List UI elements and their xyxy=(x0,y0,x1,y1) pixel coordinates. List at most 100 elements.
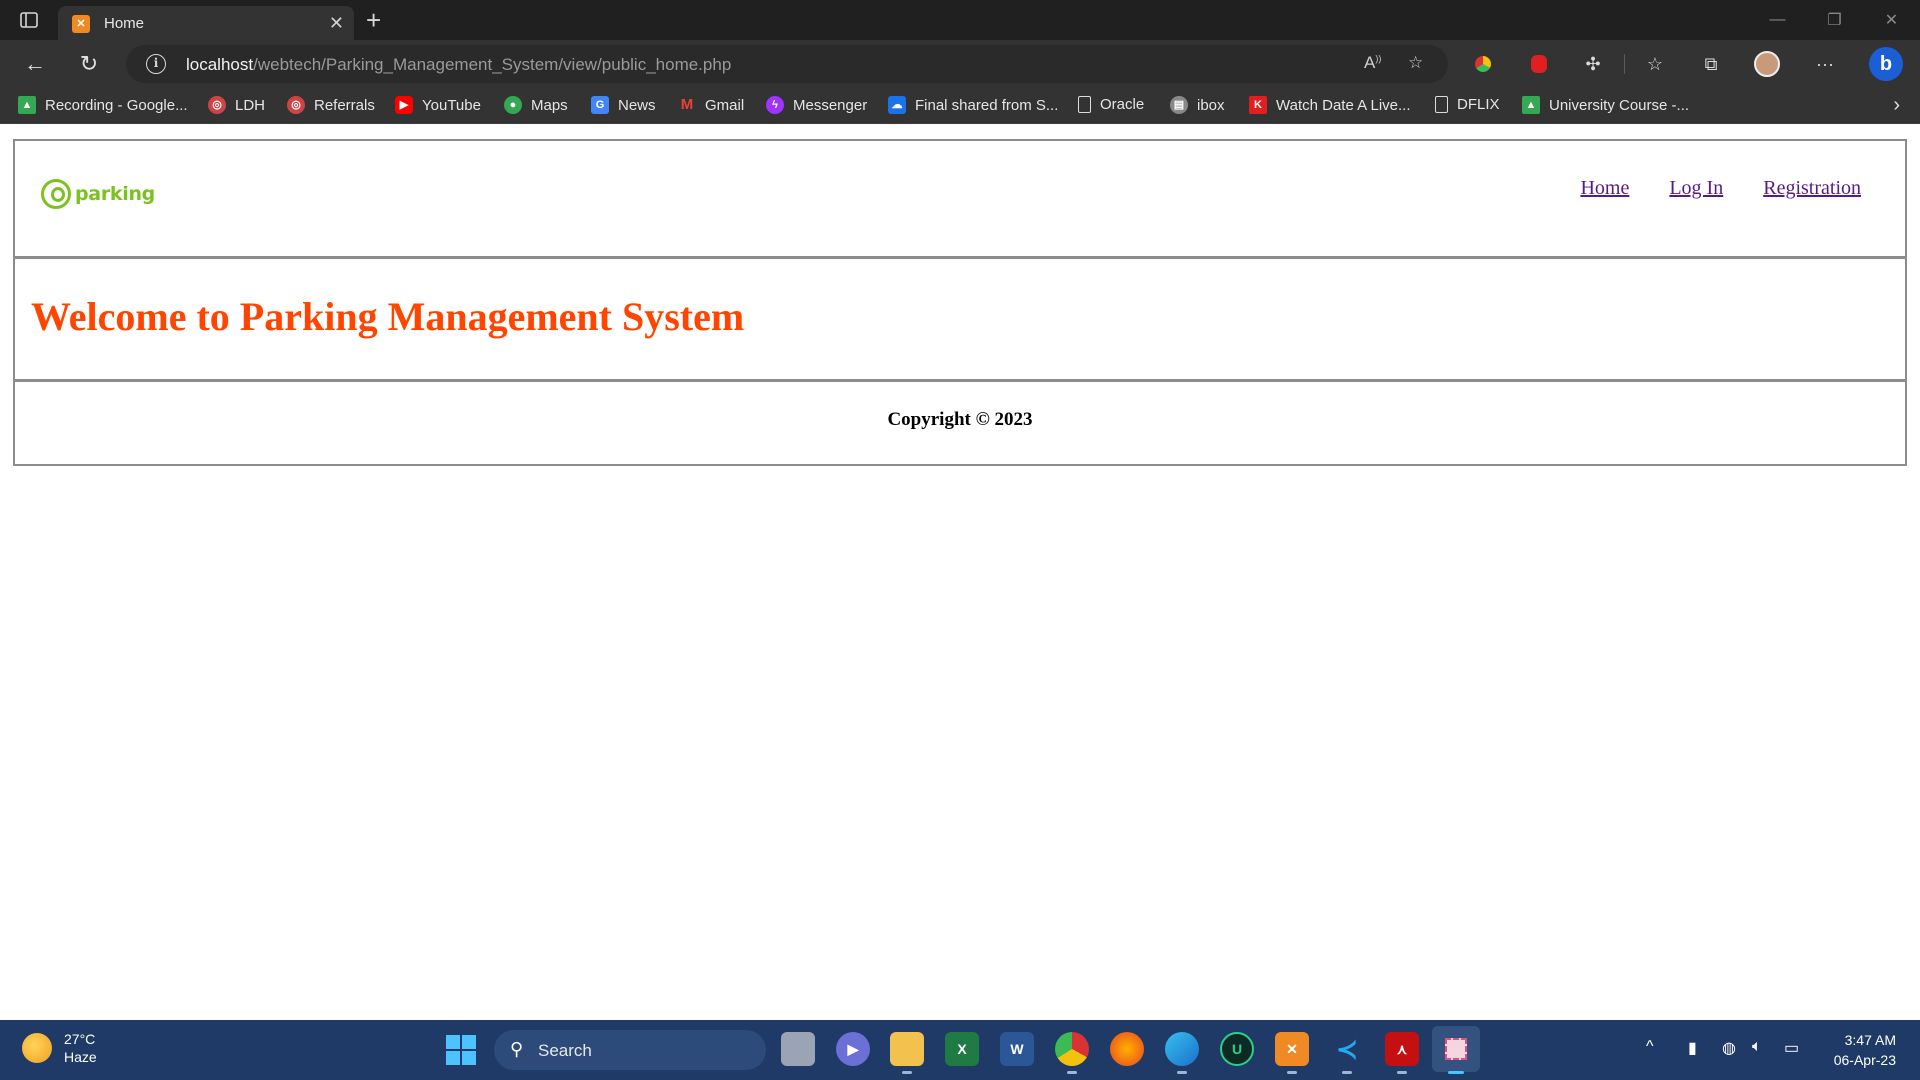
bookmark-label: Final shared from S... xyxy=(915,96,1059,114)
add-favorite-icon[interactable]: ☆ xyxy=(1408,53,1423,73)
teams-chat-icon[interactable]: ▶ xyxy=(836,1032,870,1066)
bookmark-recording[interactable]: ▲ Recording - Google... xyxy=(18,96,188,114)
bookmark-label: Referrals xyxy=(314,96,375,114)
page-table: parking Home Log In Registration Welcome… xyxy=(13,139,1907,466)
address-url[interactable]: localhost/webtech/Parking_Management_Sys… xyxy=(186,55,731,75)
nav-link-registration[interactable]: Registration xyxy=(1763,177,1861,200)
extensions-puzzle-icon[interactable]: ✣ xyxy=(1580,52,1606,76)
logo-text: parking xyxy=(75,183,155,205)
copyright-text: Copyright © 2023 xyxy=(887,409,1033,430)
upwork-icon[interactable]: U xyxy=(1220,1032,1254,1066)
minimize-icon[interactable]: — xyxy=(1749,0,1806,40)
bookmark-oracle[interactable]: Oracle xyxy=(1078,96,1144,113)
bookmark-label: University Course -... xyxy=(1549,96,1690,114)
parking-logo[interactable]: parking xyxy=(41,179,155,209)
reload-icon[interactable]: ↻ xyxy=(74,50,104,78)
battery-icon[interactable]: ▭ xyxy=(1784,1038,1799,1058)
site-info-icon[interactable]: i xyxy=(146,54,166,74)
bookmark-dflix[interactable]: DFLIX xyxy=(1435,96,1500,113)
usb-icon[interactable]: ▮ xyxy=(1688,1038,1697,1058)
bookmark-watch-date-a-live[interactable]: K Watch Date A Live... xyxy=(1249,96,1411,114)
weather-haze-icon xyxy=(22,1033,52,1063)
url-host: localhost xyxy=(186,55,254,74)
acrobat-icon[interactable]: ⋏ xyxy=(1385,1032,1419,1074)
bookmark-label: Maps xyxy=(531,96,568,114)
toolbar-separator xyxy=(1624,54,1625,74)
file-explorer-icon[interactable] xyxy=(890,1032,924,1074)
maps-icon: ● xyxy=(504,96,522,114)
bookmark-label: Gmail xyxy=(705,96,745,114)
bookmark-label: DFLIX xyxy=(1457,96,1500,113)
bookmark-final-shared[interactable]: ☁ Final shared from S... xyxy=(888,96,1058,114)
bookmark-maps[interactable]: ● Maps xyxy=(504,96,568,114)
favorites-icon[interactable]: ☆ xyxy=(1642,52,1668,76)
bookmark-gmail[interactable]: M Gmail xyxy=(678,96,744,114)
address-bar[interactable]: i localhost/webtech/Parking_Management_S… xyxy=(126,45,1448,83)
site-header: parking Home Log In Registration xyxy=(15,141,1905,256)
anime-icon: K xyxy=(1249,96,1267,114)
edge-icon[interactable] xyxy=(1165,1032,1199,1074)
bookmark-label: Oracle xyxy=(1100,96,1145,113)
bookmark-referrals[interactable]: ◎ Referrals xyxy=(287,96,375,114)
more-options-icon[interactable]: ··· xyxy=(1812,52,1838,76)
xampp-icon[interactable]: ✕ xyxy=(1275,1032,1309,1074)
bookmark-messenger[interactable]: ϟ Messenger xyxy=(766,96,867,114)
new-tab-icon[interactable]: + xyxy=(366,6,381,34)
nav-link-home[interactable]: Home xyxy=(1580,177,1629,200)
site-footer: Copyright © 2023 xyxy=(15,382,1905,464)
window-close-icon[interactable]: ✕ xyxy=(1863,0,1920,40)
tab-title: Home xyxy=(104,15,145,32)
back-arrow-icon[interactable]: ← xyxy=(20,50,50,78)
weather-widget[interactable]: 27°C Haze xyxy=(22,1030,97,1066)
task-view-icon[interactable] xyxy=(781,1032,815,1066)
bing-copilot-icon[interactable]: b xyxy=(1868,46,1904,82)
taskbar-search[interactable]: ⚲ Search xyxy=(494,1030,766,1070)
bookmark-label: Watch Date A Live... xyxy=(1276,96,1411,114)
bookmark-label: YouTube xyxy=(422,96,481,114)
nav-link-login[interactable]: Log In xyxy=(1669,177,1723,200)
bookmark-ldh[interactable]: ◎ LDH xyxy=(208,96,265,114)
bookmark-label: News xyxy=(618,96,656,114)
chevron-right-icon[interactable]: › xyxy=(1893,94,1900,117)
page-title: Welcome to Parking Management System xyxy=(31,294,745,339)
network-globe-icon[interactable]: ◍ xyxy=(1722,1038,1736,1058)
bookmark-label: LDH xyxy=(235,96,266,114)
bookmark-university-course[interactable]: ▲ University Course -... xyxy=(1522,96,1689,114)
system-clock[interactable]: 3:47 AM 06-Apr-23 xyxy=(1834,1030,1896,1070)
bookmark-ibox[interactable]: ▤ ibox xyxy=(1170,96,1225,114)
bookmark-label: Recording - Google... xyxy=(45,96,188,114)
extension-colorful-icon[interactable] xyxy=(1470,52,1496,76)
profile-avatar[interactable] xyxy=(1754,51,1780,77)
windows-start-icon[interactable] xyxy=(446,1035,476,1065)
bookmark-youtube[interactable]: ▶ YouTube xyxy=(395,96,481,114)
xampp-icon: ✕ xyxy=(72,15,90,33)
tab-actions-icon[interactable] xyxy=(16,8,42,32)
chrome-icon[interactable] xyxy=(1055,1032,1089,1074)
cloud-icon: ☁ xyxy=(888,96,906,114)
site-nav: Home Log In Registration xyxy=(1540,177,1861,200)
excel-icon[interactable]: X xyxy=(945,1032,979,1066)
search-icon: ⚲ xyxy=(510,1039,524,1059)
browser-tab-home[interactable]: ✕ Home ✕ xyxy=(58,6,354,40)
welcome-section: Welcome to Parking Management System xyxy=(15,259,1905,379)
clock-date: 06-Apr-23 xyxy=(1833,1052,1896,1068)
browser-tab-strip: ✕ Home ✕ + — ❐ ✕ xyxy=(0,0,1920,40)
close-tab-icon[interactable]: ✕ xyxy=(329,13,344,33)
firefox-icon[interactable] xyxy=(1110,1032,1144,1066)
chevron-up-icon[interactable]: ^ xyxy=(1646,1038,1654,1056)
google-drive-icon: ▲ xyxy=(18,96,36,114)
bookmark-news[interactable]: G News xyxy=(591,96,656,114)
vscode-icon[interactable]: ≺ xyxy=(1330,1032,1364,1074)
snipping-tool-icon[interactable] xyxy=(1432,1026,1480,1074)
volume-icon[interactable]: 🔈︎ xyxy=(1752,1038,1762,1056)
clock-time: 3:47 AM xyxy=(1844,1032,1896,1048)
windows-taskbar: 27°C Haze ⚲ Search ▶ X W U ✕ ≺ ⋏ ^ ▮ ◍ 🔈… xyxy=(0,1020,1920,1080)
word-icon[interactable]: W xyxy=(1000,1032,1034,1066)
search-label: Search xyxy=(538,1041,592,1060)
collections-icon[interactable]: ⧉ xyxy=(1698,52,1724,76)
parking-logo-icon xyxy=(41,179,71,209)
google-drive-icon: ▲ xyxy=(1522,96,1540,114)
adblock-icon[interactable] xyxy=(1526,52,1552,76)
restore-icon[interactable]: ❐ xyxy=(1806,0,1863,40)
read-aloud-icon[interactable]: A)) xyxy=(1364,53,1381,73)
